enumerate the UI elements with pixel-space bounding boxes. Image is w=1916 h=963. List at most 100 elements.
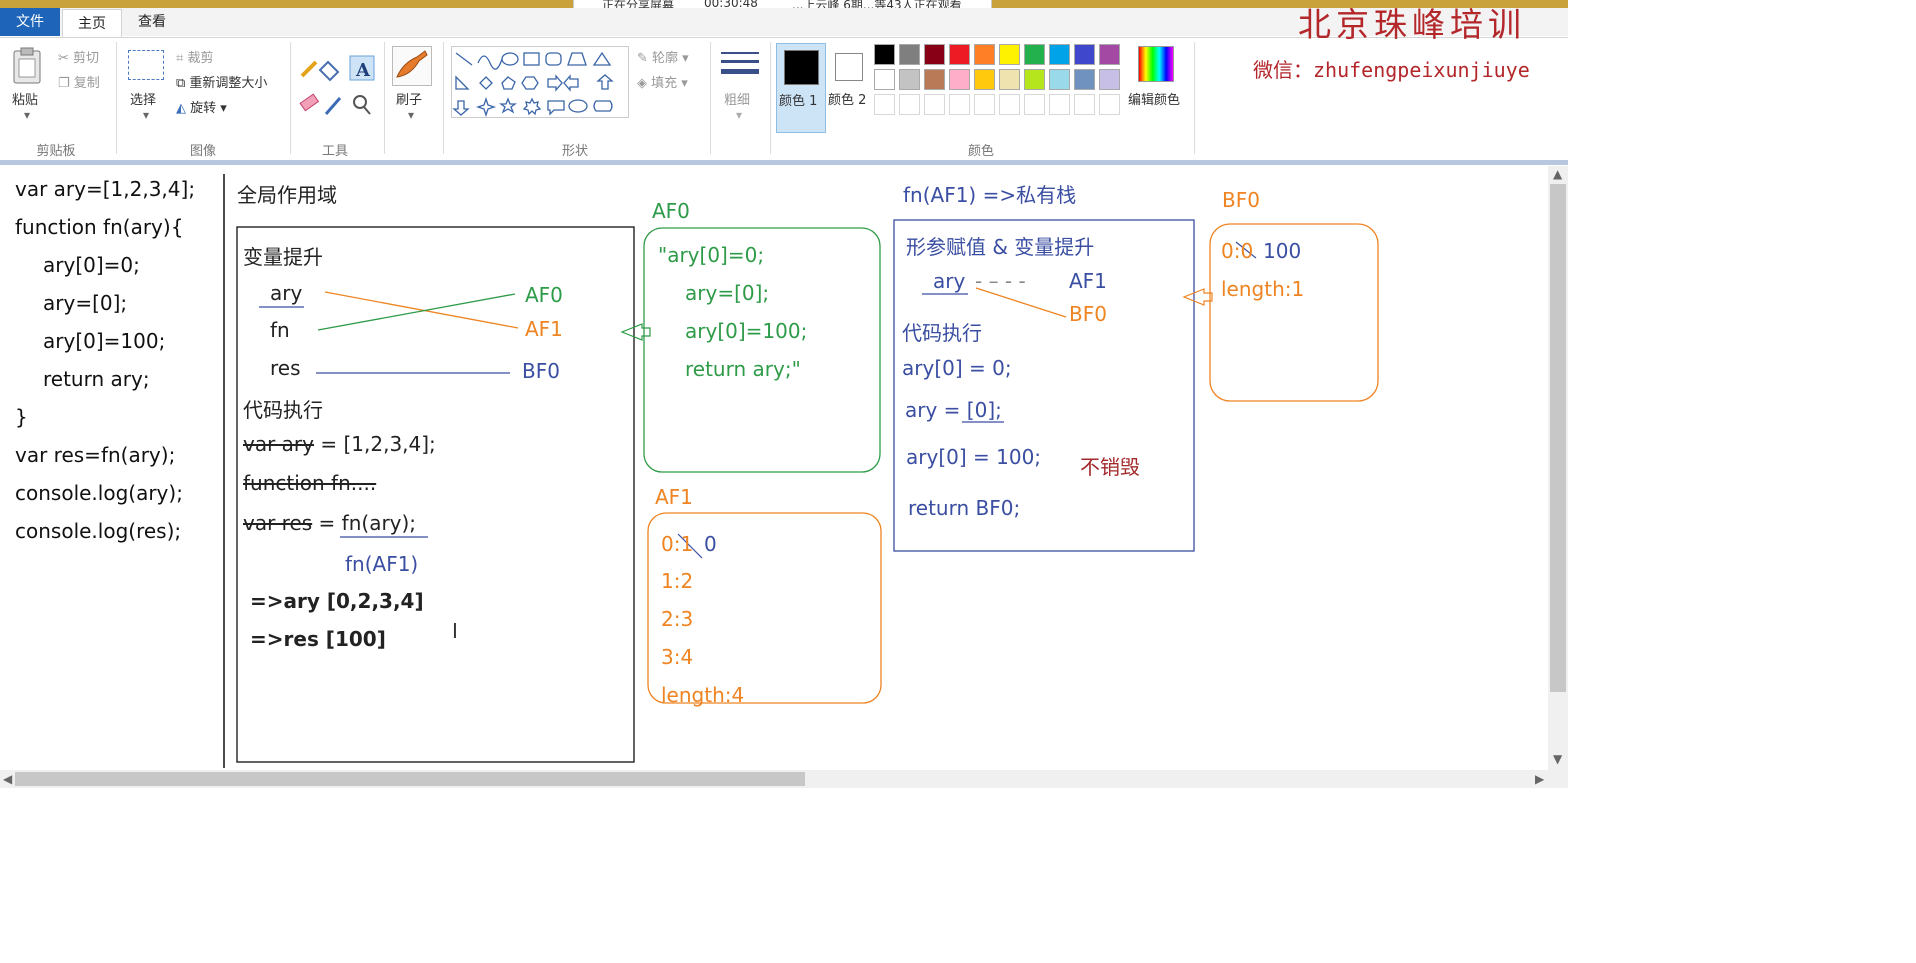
palette-swatch[interactable] xyxy=(1074,69,1095,90)
cut-label: 剪切 xyxy=(73,51,100,66)
palette-swatch[interactable] xyxy=(949,44,970,65)
param-ary: ary xyxy=(933,269,966,293)
outline-icon: ✎ xyxy=(637,51,653,66)
scroll-right-icon[interactable]: ▶ xyxy=(1535,772,1544,786)
paste-button[interactable] xyxy=(10,47,44,89)
color-picker-icon[interactable] xyxy=(324,97,342,115)
tab-file[interactable]: 文件 xyxy=(0,8,60,36)
palette-swatch[interactable] xyxy=(999,94,1020,115)
chevron-down-icon[interactable]: ▾ xyxy=(736,108,742,122)
palette-swatch[interactable] xyxy=(1024,69,1045,90)
brush-icon xyxy=(396,50,428,78)
crop-button[interactable]: ⌗ 裁剪 xyxy=(176,47,213,66)
palette-swatch[interactable] xyxy=(924,69,945,90)
chevron-down-icon[interactable]: ▾ xyxy=(408,108,414,122)
var-ary: ary xyxy=(270,281,303,305)
palette-swatch[interactable] xyxy=(874,69,895,90)
palette-swatch[interactable] xyxy=(1024,44,1045,65)
exec-heading: 代码执行 xyxy=(902,321,982,345)
resize-label: 重新调整大小 xyxy=(189,76,268,91)
vertical-scroll-thumb[interactable] xyxy=(1550,184,1566,692)
palette-swatch[interactable] xyxy=(949,94,970,115)
brush-label[interactable]: 刷子 xyxy=(396,89,422,108)
arrow-left-icon xyxy=(620,323,651,341)
palette-swatch[interactable] xyxy=(949,69,970,90)
palette-swatch[interactable] xyxy=(924,94,945,115)
tools-icons: A xyxy=(299,55,375,115)
scroll-left-icon[interactable]: ◀ xyxy=(3,772,12,786)
rainbow-icon[interactable] xyxy=(1138,46,1174,82)
copy-label: 复制 xyxy=(73,76,100,91)
fill-button[interactable]: ◈ 填充 ▾ xyxy=(637,72,688,91)
palette-swatch[interactable] xyxy=(874,94,895,115)
palette-swatch[interactable] xyxy=(1074,44,1095,65)
magnifier-icon[interactable] xyxy=(353,95,371,115)
palette-swatch[interactable] xyxy=(899,44,920,65)
palette-swatch[interactable] xyxy=(1099,44,1120,65)
paste-label[interactable]: 粘贴 xyxy=(12,89,38,108)
ref-bf0: BF0 xyxy=(1069,302,1107,326)
af1-line: length:4 xyxy=(661,683,745,707)
color1-button[interactable]: 颜色 1 xyxy=(776,43,826,133)
palette-swatch[interactable] xyxy=(1049,94,1070,115)
clipboard-group-label: 剪贴板 xyxy=(36,144,76,159)
line-width-icon[interactable] xyxy=(720,50,760,82)
chevron-down-icon[interactable]: ▾ xyxy=(143,108,149,122)
tab-home[interactable]: 主页 xyxy=(62,9,122,38)
svg-text:A: A xyxy=(355,60,371,81)
horizontal-scroll-thumb[interactable] xyxy=(15,772,805,786)
exec-heading: 代码执行 xyxy=(243,398,323,422)
copy-button[interactable]: ❐ 复制 xyxy=(58,72,100,91)
palette-swatch[interactable] xyxy=(1074,94,1095,115)
resize-button[interactable]: ⧉ 重新调整大小 xyxy=(176,72,267,91)
outline-button[interactable]: ✎ 轮廓 ▾ xyxy=(637,47,689,66)
palette-swatch[interactable] xyxy=(999,44,1020,65)
color1-label: 颜色 1 xyxy=(779,94,818,109)
palette-swatch[interactable] xyxy=(974,69,995,90)
palette-swatch[interactable] xyxy=(899,94,920,115)
palette-swatch[interactable] xyxy=(974,94,995,115)
scroll-down-icon[interactable]: ▼ xyxy=(1553,752,1562,766)
pointer-fn-af0 xyxy=(317,293,516,331)
color-palette xyxy=(874,44,1126,120)
divider xyxy=(710,42,711,154)
drawing-canvas[interactable]: var ary=[1,2,3,4]; function fn(ary){ ary… xyxy=(0,166,1548,770)
af0-line: return ary;" xyxy=(685,357,801,381)
palette-swatch[interactable] xyxy=(1024,94,1045,115)
chevron-down-icon[interactable]: ▾ xyxy=(24,108,30,122)
line-eq: = xyxy=(312,511,342,535)
outline-label: 轮廓 xyxy=(652,51,679,66)
color2-button[interactable]: 颜色 2 xyxy=(828,43,872,131)
text-icon[interactable]: A xyxy=(349,55,375,81)
af0-label: AF0 xyxy=(652,199,690,223)
fill-bucket-icon[interactable] xyxy=(318,60,340,82)
select-label[interactable]: 选择 xyxy=(130,89,156,108)
shapes-gallery[interactable] xyxy=(451,46,629,118)
brush-button[interactable] xyxy=(392,46,432,86)
edit-colors-button[interactable]: 编辑颜色 xyxy=(1128,89,1180,108)
line-rest: = [1,2,3,4]; xyxy=(314,432,436,456)
palette-swatch[interactable] xyxy=(874,44,895,65)
af1-line: 3:4 xyxy=(661,645,694,669)
palette-swatch[interactable] xyxy=(1099,69,1120,90)
select-icon[interactable] xyxy=(128,50,164,80)
palette-swatch[interactable] xyxy=(974,44,995,65)
palette-swatch[interactable] xyxy=(924,44,945,65)
rotate-button[interactable]: ◭ 旋转 ▾ xyxy=(176,97,227,116)
pencil-icon[interactable] xyxy=(300,60,318,78)
cut-button[interactable]: ✂ 剪切 xyxy=(58,47,99,66)
palette-swatch[interactable] xyxy=(1049,44,1070,65)
tools-group-label: 工具 xyxy=(321,144,348,159)
tab-view[interactable]: 查看 xyxy=(128,8,176,36)
global-scope-title: 全局作用域 xyxy=(237,183,337,207)
palette-swatch[interactable] xyxy=(899,69,920,90)
palette-swatch[interactable] xyxy=(1049,69,1070,90)
stack-line: ary[0] = 0; xyxy=(902,356,1012,380)
crop-label: 裁剪 xyxy=(187,51,214,66)
palette-swatch[interactable] xyxy=(999,69,1020,90)
palette-swatch[interactable] xyxy=(1099,94,1120,115)
eraser-icon[interactable] xyxy=(299,93,320,112)
stack-line: ary = [0]; xyxy=(905,398,1002,422)
size-label[interactable]: 粗细 xyxy=(724,89,750,108)
scroll-up-icon[interactable]: ▲ xyxy=(1553,167,1562,181)
